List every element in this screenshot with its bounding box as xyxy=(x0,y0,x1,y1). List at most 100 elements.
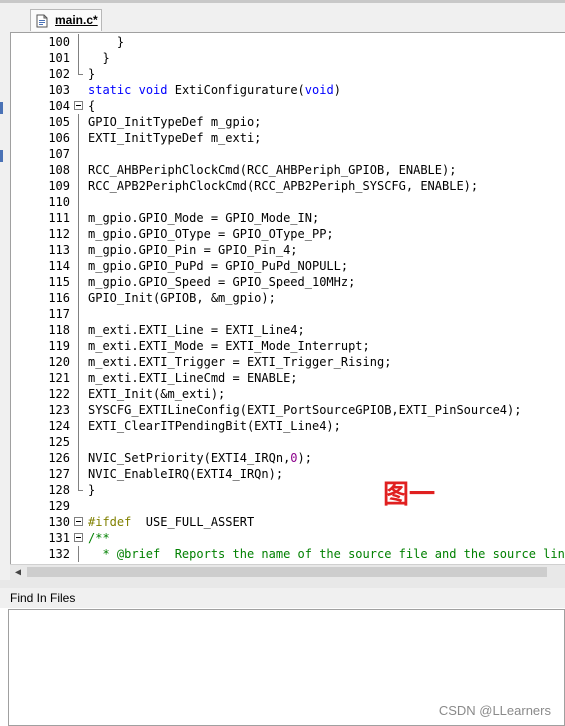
code-line[interactable]: 107 xyxy=(12,146,565,162)
line-number: 118 xyxy=(48,323,70,337)
line-number: 128 xyxy=(48,483,70,497)
code-line[interactable]: 132 * @brief Reports the name of the sou… xyxy=(12,546,565,562)
code-line[interactable]: 125 xyxy=(12,434,565,450)
code-text: m_exti.EXTI_Line = EXTI_Line4; xyxy=(88,323,305,337)
code-text: EXTI_ClearITPendingBit(EXTI_Line4); xyxy=(88,419,341,433)
panel-title: Find In Files xyxy=(10,591,76,605)
fold-guide xyxy=(78,34,79,50)
code-text: GPIO_Init(GPIOB, &m_gpio); xyxy=(88,291,276,305)
line-number: 105 xyxy=(48,115,70,129)
code-line[interactable]: 111 m_gpio.GPIO_Mode = GPIO_Mode_IN; xyxy=(12,210,565,226)
fold-guide xyxy=(78,418,79,434)
code-line[interactable]: 113 m_gpio.GPIO_Pin = GPIO_Pin_4; xyxy=(12,242,565,258)
code-line[interactable]: 109 RCC_APB2PeriphClockCmd(RCC_APB2Periph… xyxy=(12,178,565,194)
fold-collapse-icon[interactable] xyxy=(74,101,83,110)
line-number: 116 xyxy=(48,291,70,305)
code-line[interactable]: 110 xyxy=(12,194,565,210)
code-text: } xyxy=(88,67,96,81)
line-number: 130 xyxy=(48,515,70,529)
code-line[interactable]: 103 static void ExtiConfigurature(void) xyxy=(12,82,565,98)
code-line[interactable]: 108 RCC_AHBPeriphClockCmd(RCC_AHBPeriph_G… xyxy=(12,162,565,178)
code-text: SYSCFG_EXTILineConfig(EXTI_PortSourceGPI… xyxy=(88,403,522,417)
code-line[interactable]: 130 #ifdef USE_FULL_ASSERT xyxy=(12,514,565,530)
code-line[interactable]: 131 /** xyxy=(12,530,565,546)
line-number: 111 xyxy=(48,211,70,225)
line-number: 108 xyxy=(48,163,70,177)
fold-guide xyxy=(78,290,79,306)
line-number: 102 xyxy=(48,67,70,81)
code-line[interactable]: 119 m_exti.EXTI_Mode = EXTI_Mode_Interrup… xyxy=(12,338,565,354)
fold-guide xyxy=(78,146,79,162)
code-line[interactable]: 102} xyxy=(12,66,565,82)
fold-guide xyxy=(78,434,79,450)
code-line[interactable]: 114 m_gpio.GPIO_PuPd = GPIO_PuPd_NOPULL; xyxy=(12,258,565,274)
fold-guide xyxy=(78,194,79,210)
code-text: GPIO_InitTypeDef m_gpio; xyxy=(88,115,262,129)
fold-collapse-icon[interactable] xyxy=(74,533,83,542)
code-text: static void ExtiConfigurature(void) xyxy=(88,83,341,97)
code-line[interactable]: 100 } xyxy=(12,34,565,50)
line-number: 117 xyxy=(48,307,70,321)
line-number: 112 xyxy=(48,227,70,241)
fold-end-guide xyxy=(78,482,83,491)
code-line[interactable]: 105 GPIO_InitTypeDef m_gpio; xyxy=(12,114,565,130)
code-line[interactable]: 126 NVIC_SetPriority(EXTI4_IRQn,0); xyxy=(12,450,565,466)
fold-guide xyxy=(78,242,79,258)
line-number: 127 xyxy=(48,467,70,481)
code-line[interactable]: 101 } xyxy=(12,50,565,66)
line-number: 101 xyxy=(48,51,70,65)
dock-marker[interactable] xyxy=(0,150,3,162)
panel-splitter[interactable] xyxy=(0,580,565,588)
code-line[interactable]: 116 GPIO_Init(GPIOB, &m_gpio); xyxy=(12,290,565,306)
fold-guide xyxy=(78,258,79,274)
fold-guide xyxy=(78,322,79,338)
tab-main-c[interactable]: main.c* xyxy=(30,9,102,31)
code-text: m_exti.EXTI_Trigger = EXTI_Trigger_Risin… xyxy=(88,355,392,369)
fold-guide xyxy=(78,162,79,178)
fold-guide xyxy=(78,450,79,466)
code-line[interactable]: 127 NVIC_EnableIRQ(EXTI4_IRQn); xyxy=(12,466,565,482)
code-line[interactable]: 124 EXTI_ClearITPendingBit(EXTI_Line4); xyxy=(12,418,565,434)
code-text: m_gpio.GPIO_Mode = GPIO_Mode_IN; xyxy=(88,211,320,225)
fold-guide xyxy=(78,274,79,290)
fold-guide xyxy=(78,306,79,322)
code-line[interactable]: 117 xyxy=(12,306,565,322)
code-area[interactable]: 100 } 101 } 102} 103 static void ExtiConfigu… xyxy=(12,34,565,564)
dock-marker[interactable] xyxy=(0,102,3,114)
line-number: 109 xyxy=(48,179,70,193)
code-line[interactable]: 112 m_gpio.GPIO_OType = GPIO_OType_PP; xyxy=(12,226,565,242)
code-line[interactable]: 115 m_gpio.GPIO_Speed = GPIO_Speed_10MHz; xyxy=(12,274,565,290)
fold-guide xyxy=(78,226,79,242)
line-number: 126 xyxy=(48,451,70,465)
scroll-left-icon[interactable]: ◀ xyxy=(10,565,26,580)
fold-guide xyxy=(78,546,79,562)
horizontal-scrollbar[interactable]: ◀ xyxy=(10,564,565,580)
code-line[interactable]: 128} xyxy=(12,482,565,498)
code-line[interactable]: 122 EXTI_Init(&m_exti); xyxy=(12,386,565,402)
code-line[interactable]: 123 SYSCFG_EXTILineConfig(EXTI_PortSource… xyxy=(12,402,565,418)
fold-guide xyxy=(78,386,79,402)
code-text: m_gpio.GPIO_PuPd = GPIO_PuPd_NOPULL; xyxy=(88,259,349,273)
line-number: 114 xyxy=(48,259,70,273)
code-line[interactable]: 129 xyxy=(12,498,565,514)
code-line[interactable]: 106 EXTI_InitTypeDef m_exti; xyxy=(12,130,565,146)
code-line[interactable]: 118 m_exti.EXTI_Line = EXTI_Line4; xyxy=(12,322,565,338)
line-number: 110 xyxy=(48,195,70,209)
watermark: CSDN @LLearners xyxy=(438,703,551,718)
code-line[interactable]: 104 { xyxy=(12,98,565,114)
fold-guide xyxy=(78,370,79,386)
fold-guide xyxy=(78,178,79,194)
line-number: 104 xyxy=(48,99,70,113)
code-text: m_exti.EXTI_LineCmd = ENABLE; xyxy=(88,371,298,385)
code-line[interactable]: 120 m_exti.EXTI_Trigger = EXTI_Trigger_Ri… xyxy=(12,354,565,370)
line-number: 119 xyxy=(48,339,70,353)
code-line[interactable]: 121 m_exti.EXTI_LineCmd = ENABLE; xyxy=(12,370,565,386)
line-number: 113 xyxy=(48,243,70,257)
line-number: 115 xyxy=(48,275,70,289)
fold-guide xyxy=(78,354,79,370)
code-text: NVIC_EnableIRQ(EXTI4_IRQn); xyxy=(88,467,284,481)
scrollbar-thumb[interactable] xyxy=(27,567,547,577)
code-text: m_gpio.GPIO_OType = GPIO_OType_PP; xyxy=(88,227,334,241)
fold-collapse-icon[interactable] xyxy=(74,517,83,526)
file-icon xyxy=(36,14,48,28)
